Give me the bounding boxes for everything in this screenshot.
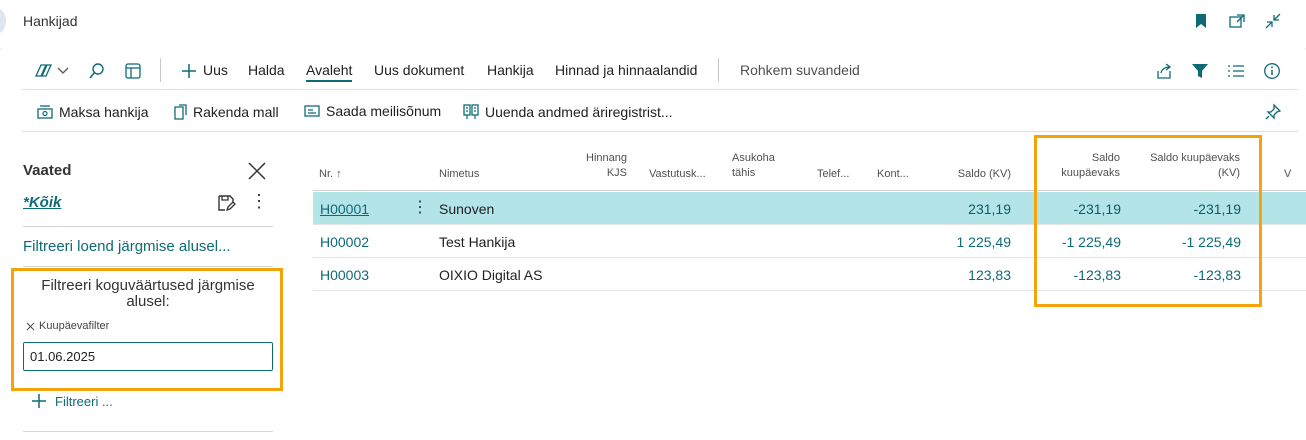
column-header-no[interactable]: Nr. ↑ <box>319 167 342 182</box>
search-icon[interactable] <box>86 60 108 82</box>
vendor-no-link[interactable]: H00002 <box>320 234 369 250</box>
manage-button[interactable]: Halda <box>248 62 285 78</box>
divider <box>718 58 719 82</box>
date-filter-label: Kuupäevafilter <box>26 320 109 332</box>
divider <box>23 431 273 432</box>
vendor-name: OIXIO Digital AS <box>439 267 543 283</box>
date-filter-label-text: Kuupäevafilter <box>39 320 110 332</box>
vendor-name: Sunoven <box>439 201 495 217</box>
title-bar: Hankijad <box>0 0 1306 48</box>
template-icon <box>174 104 187 120</box>
more-options-button[interactable]: Rohkem suvandeid <box>740 62 860 78</box>
info-icon[interactable] <box>1261 60 1283 82</box>
column-header-location[interactable]: Asukoha tähis <box>732 151 788 181</box>
page-title: Hankijad <box>23 13 78 29</box>
view-all-link[interactable]: *Kõik <box>23 194 61 211</box>
column-header-balance-lcy[interactable]: Saldo (KV) <box>930 167 1011 182</box>
collapse-icon[interactable] <box>1262 10 1284 32</box>
apply-template-button[interactable]: Rakenda mall <box>172 103 279 121</box>
plus-icon[interactable] <box>178 60 200 82</box>
payment-icon <box>37 105 53 119</box>
divider <box>23 266 273 267</box>
filter-list-link[interactable]: Filtreeri loend järgmise alusel... <box>23 238 231 255</box>
column-header-contact[interactable]: Kont... <box>877 167 909 182</box>
update-registry-button[interactable]: Uuenda andmed äriregistrist... <box>462 103 673 121</box>
date-filter-input[interactable] <box>23 342 273 371</box>
vendor-no-link[interactable]: H00001 <box>320 201 369 217</box>
vendor-button[interactable]: Hankija <box>487 62 534 78</box>
back-tab[interactable] <box>0 8 6 34</box>
pay-vendor-label: Maksa hankija <box>59 104 149 120</box>
email-icon <box>304 105 320 117</box>
save-view-icon[interactable] <box>216 193 236 213</box>
column-header-name[interactable]: Nimetus <box>439 167 479 182</box>
chevron-down-icon[interactable] <box>52 60 74 82</box>
divider <box>23 226 273 227</box>
divider <box>160 58 161 82</box>
apply-template-label: Rakenda mall <box>193 104 279 120</box>
send-email-button[interactable]: Saada meilisõnum <box>303 103 441 119</box>
share-icon[interactable] <box>1153 60 1175 82</box>
filter-icon[interactable] <box>1189 60 1211 82</box>
new-button[interactable]: Uus <box>203 62 228 78</box>
more-icon[interactable]: ⋮ <box>250 192 268 212</box>
prices-button[interactable]: Hinnad ja hinnaalandid <box>555 62 697 78</box>
column-header-phone[interactable]: Telef... <box>817 167 849 182</box>
plus-icon <box>32 394 46 408</box>
vendor-no-link[interactable]: H00003 <box>320 267 369 283</box>
update-registry-label: Uuenda andmed äriregistrist... <box>485 104 673 120</box>
views-title: Vaated <box>23 162 72 179</box>
balance-lcy[interactable]: 123,83 <box>911 267 1011 283</box>
filter-totals-title: Filtreeri koguväärtused järgmise alusel: <box>41 277 255 310</box>
registry-icon <box>463 104 479 119</box>
pin-icon[interactable] <box>1262 101 1284 123</box>
close-icon[interactable] <box>246 160 268 182</box>
list-view-icon[interactable] <box>1225 60 1247 82</box>
new-document-button[interactable]: Uus dokument <box>374 62 464 78</box>
column-header-extra[interactable]: V <box>1284 167 1291 182</box>
action-bar: Uus Halda Avaleht Uus dokument Hankija H… <box>22 52 1298 90</box>
send-email-label: Saada meilisõnum <box>326 103 442 119</box>
balance-lcy[interactable]: 1 225,49 <box>911 234 1012 250</box>
open-new-window-icon[interactable] <box>1226 10 1248 32</box>
add-filter-button[interactable]: Filtreeri ... <box>31 393 113 409</box>
column-header-responsible[interactable]: Vastutusk... <box>649 167 706 182</box>
vendor-name: Test Hankija <box>439 234 516 250</box>
layout-icon[interactable] <box>122 60 144 82</box>
highlight-frame <box>1034 135 1262 307</box>
column-header-price-vat[interactable]: Hinnang KJS <box>580 151 627 181</box>
remove-filter-icon[interactable] <box>26 322 35 331</box>
add-filter-label: Filtreeri ... <box>55 393 113 409</box>
row-menu-icon[interactable]: ⋮ <box>412 200 428 218</box>
balance-lcy[interactable]: 231,19 <box>911 201 1011 217</box>
tab-home[interactable]: Avaleht <box>306 62 353 82</box>
bookmark-icon[interactable] <box>1190 10 1212 32</box>
pay-vendor-button[interactable]: Maksa hankija <box>36 103 149 121</box>
copilot-icon[interactable] <box>32 60 54 82</box>
promoted-actions: Maksa hankija Rakenda mall Saada meilisõ… <box>22 92 1298 132</box>
